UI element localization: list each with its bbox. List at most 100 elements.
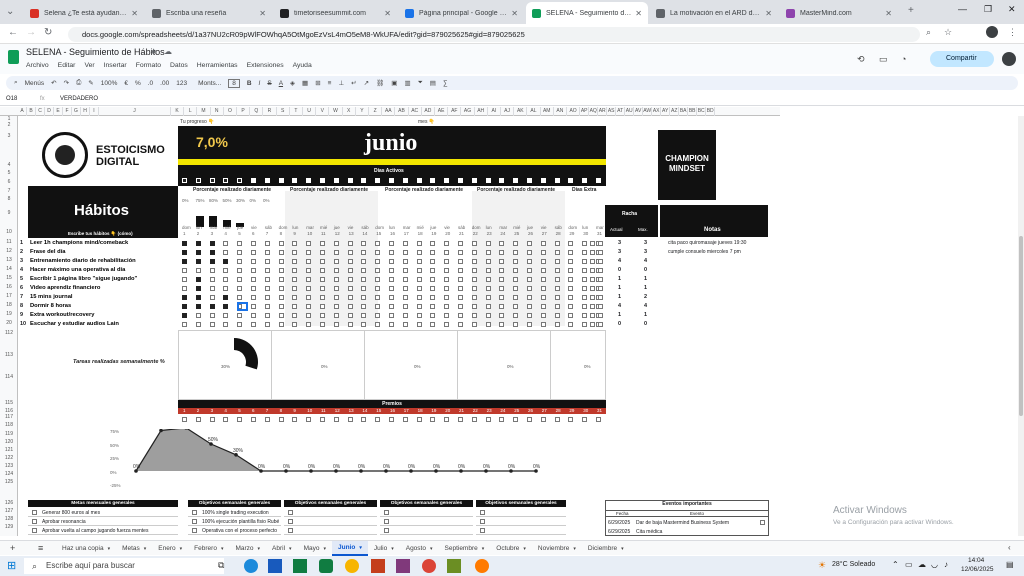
- habit-checkbox[interactable]: [568, 241, 574, 246]
- day-active-checkbox[interactable]: [182, 178, 187, 183]
- day-active-checkbox[interactable]: [596, 178, 601, 183]
- habit-checkbox[interactable]: [554, 259, 560, 264]
- habit-checkbox[interactable]: [444, 322, 450, 327]
- habit-checkbox[interactable]: [223, 250, 229, 255]
- menus-label[interactable]: Menús: [25, 80, 45, 87]
- font-select[interactable]: Monts...: [198, 80, 221, 87]
- habit-checkbox[interactable]: [347, 250, 353, 255]
- habit-checkbox[interactable]: [513, 268, 519, 273]
- premio-checkbox[interactable]: [237, 417, 243, 422]
- day-active-checkbox[interactable]: [582, 178, 588, 183]
- day-active-checkbox[interactable]: [251, 178, 256, 183]
- weather-icon[interactable]: ☀: [818, 560, 826, 571]
- habit-checkbox[interactable]: [306, 241, 312, 246]
- day-active-checkbox[interactable]: [527, 178, 532, 183]
- habit-checkbox[interactable]: [195, 313, 201, 318]
- column-header-cell[interactable]: K: [171, 107, 185, 116]
- task-view-icon[interactable]: ⧉: [218, 560, 224, 571]
- maximize-icon[interactable]: ❐: [984, 4, 992, 15]
- row-header-cell[interactable]: 8: [0, 196, 18, 202]
- sheet-tab-menu-icon[interactable]: ▾: [108, 546, 111, 552]
- habit-checkbox[interactable]: [416, 304, 422, 309]
- habit-checkbox[interactable]: [444, 259, 450, 264]
- habit-checkbox[interactable]: [471, 322, 477, 327]
- premio-checkbox[interactable]: [209, 417, 215, 422]
- premio-checkbox[interactable]: [444, 417, 450, 422]
- habit-checkbox[interactable]: [237, 286, 243, 291]
- menu-item[interactable]: Herramientas: [197, 62, 238, 69]
- habit-checkbox[interactable]: [568, 304, 574, 309]
- browser-tab[interactable]: MasterMind.com ✕: [780, 2, 898, 24]
- habit-checkbox[interactable]: [182, 304, 187, 309]
- habit-name[interactable]: 15 mins journal: [30, 294, 73, 300]
- app-taskbar-icon[interactable]: [345, 559, 359, 573]
- sheet-tab[interactable]: Abril ▾: [266, 541, 298, 556]
- habit-checkbox[interactable]: [527, 259, 532, 264]
- column-header-cell[interactable]: M: [197, 107, 211, 116]
- row-header-cell[interactable]: 127: [0, 508, 18, 514]
- habit-checkbox[interactable]: [485, 277, 491, 282]
- habit-checkbox[interactable]: [375, 268, 381, 273]
- row-header-cell[interactable]: 125: [0, 479, 18, 485]
- habit-checkbox[interactable]: [430, 322, 436, 327]
- row-header-cell[interactable]: 20: [0, 320, 18, 326]
- close-window-icon[interactable]: ✕: [1008, 4, 1016, 15]
- row-header-cell[interactable]: 16: [0, 284, 18, 290]
- habit-checkbox[interactable]: [485, 304, 491, 309]
- habit-name[interactable]: Hacer máximo una operativa al día: [30, 267, 125, 273]
- habit-checkbox[interactable]: [347, 322, 353, 327]
- habit-checkbox[interactable]: [499, 277, 505, 282]
- habit-row[interactable]: 10 Escuchar y estudiar audios Lain 0 0: [18, 320, 780, 329]
- sheet-tab[interactable]: Junio ▾: [331, 541, 368, 556]
- habit-checkbox[interactable]: [195, 286, 201, 291]
- sheet-grid[interactable]: ESTOICISMO DIGITAL Tu progreso 👇 mes 👇 7…: [18, 116, 780, 536]
- day-active-checkbox[interactable]: [292, 178, 298, 183]
- sheet-tab[interactable]: Diciembre ▾: [582, 541, 630, 556]
- menu-item[interactable]: Datos: [170, 62, 188, 69]
- habit-checkbox[interactable]: [306, 250, 312, 255]
- habit-checkbox[interactable]: [416, 268, 422, 273]
- column-header-cell[interactable]: AB: [395, 107, 409, 116]
- event-row-2[interactable]: 6/29/2025 Cita médica: [606, 528, 768, 536]
- column-header-cell[interactable]: AK: [514, 107, 528, 116]
- habit-checkbox[interactable]: [375, 304, 381, 309]
- powerpoint-taskbar-icon[interactable]: [371, 559, 385, 573]
- habit-checkbox[interactable]: [223, 259, 229, 264]
- habit-checkbox[interactable]: [375, 241, 381, 246]
- habit-checkbox[interactable]: [513, 277, 519, 282]
- premio-checkbox[interactable]: [458, 417, 463, 422]
- habit-checkbox[interactable]: [582, 241, 588, 246]
- habit-checkbox[interactable]: [223, 313, 229, 318]
- row-header-cell[interactable]: 124: [0, 471, 18, 477]
- menu-item[interactable]: Archivo: [26, 62, 49, 69]
- habit-checkbox[interactable]: [582, 295, 588, 300]
- habit-checkbox[interactable]: [306, 313, 312, 318]
- habit-checkbox[interactable]: [223, 295, 229, 300]
- excel-taskbar-icon[interactable]: [293, 559, 307, 573]
- day-active-checkbox[interactable]: [361, 178, 367, 183]
- column-header-cell[interactable]: P: [237, 107, 251, 116]
- habit-checkbox[interactable]: [458, 259, 463, 264]
- habit-checkbox[interactable]: [375, 250, 381, 255]
- habit-checkbox[interactable]: [320, 322, 325, 327]
- habit-checkbox[interactable]: [540, 259, 546, 264]
- habit-checkbox[interactable]: [320, 286, 325, 291]
- habit-checkbox[interactable]: [209, 322, 215, 327]
- merge-icon[interactable]: ⊞: [315, 79, 320, 87]
- row-header-cell[interactable]: 115: [0, 400, 18, 406]
- habit-checkbox[interactable]: [471, 259, 477, 264]
- habit-checkbox[interactable]: [278, 304, 284, 309]
- habit-checkbox[interactable]: [513, 259, 519, 264]
- habit-checkbox[interactable]: [458, 277, 463, 282]
- column-header-cell[interactable]: AC: [409, 107, 422, 116]
- sheet-tab-menu-icon[interactable]: ▾: [573, 546, 576, 552]
- extra-day-checkbox[interactable]: [590, 322, 595, 327]
- habit-checkbox[interactable]: [195, 250, 201, 255]
- paint-format-icon[interactable]: ✎: [88, 79, 93, 87]
- habit-row[interactable]: 8 Dormir 8 horas 4 4: [18, 302, 780, 311]
- habit-checkbox[interactable]: [582, 322, 588, 327]
- extra-day-checkbox[interactable]: [598, 241, 603, 246]
- habit-checkbox[interactable]: [292, 259, 298, 264]
- column-header-cell[interactable]: AF: [448, 107, 462, 116]
- name-box[interactable]: O18: [0, 96, 40, 102]
